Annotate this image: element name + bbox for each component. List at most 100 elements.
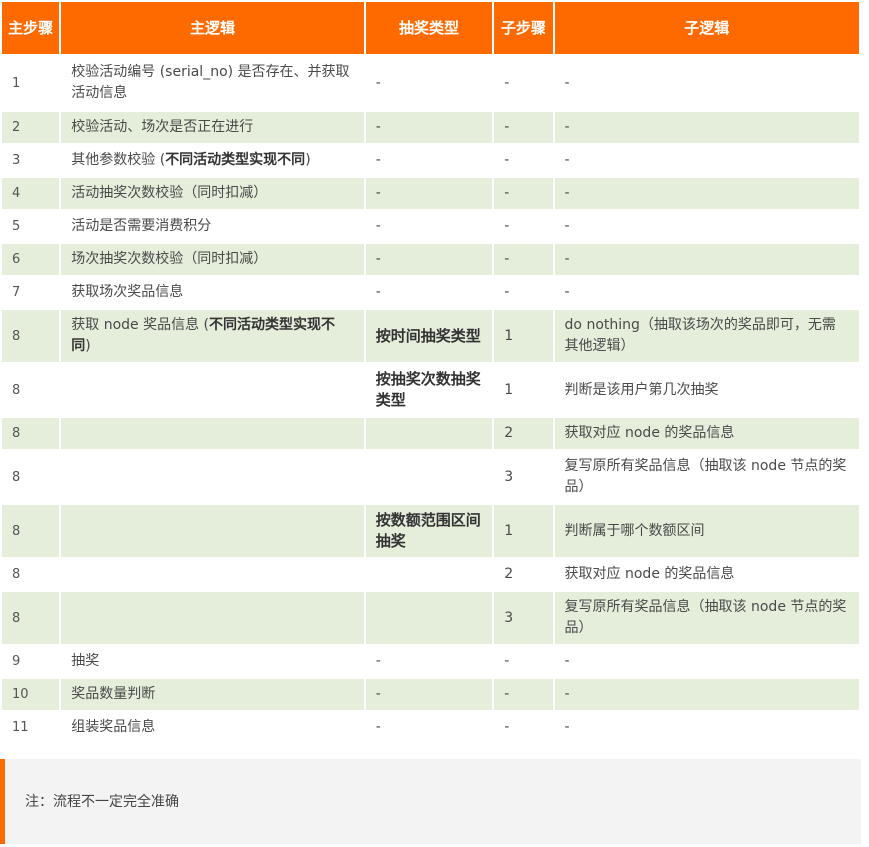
logic-cell: 组装奖品信息 xyxy=(71,719,156,735)
header-substep: 子步骤 xyxy=(494,2,553,54)
table-header-row: 主步骤 主逻辑 抽奖类型 子步骤 子逻辑 xyxy=(2,2,859,54)
step-cell: 2 xyxy=(2,112,60,143)
logic-text: 其他参数校验 ( xyxy=(71,152,166,168)
type-cell: 按抽奖次数抽奖类型 xyxy=(375,370,481,409)
table-row: 2 校验活动、场次是否正在进行 - - - xyxy=(2,112,859,143)
sublogic-cell: 复写原所有奖品信息（抽取该 node 节点的奖品） xyxy=(564,458,847,495)
logic-cell xyxy=(61,418,364,449)
type-cell: - xyxy=(375,74,381,91)
substep-cell: 3 xyxy=(504,468,514,485)
table-row: 8 获取 node 奖品信息 (不同活动类型实现不同) 按时间抽奖类型 1 do… xyxy=(2,310,859,362)
logic-cell: 奖品数量判断 xyxy=(61,679,364,710)
sublogic-cell: - xyxy=(554,112,859,143)
step-cell: 8 xyxy=(2,505,60,557)
type-cell xyxy=(365,592,493,644)
step-cell: 8 xyxy=(2,418,60,449)
logic-cell: 活动是否需要消费积分 xyxy=(71,218,212,234)
logic-cell: 获取 node 奖品信息 (不同活动类型实现不同) xyxy=(61,310,364,362)
type-cell: - xyxy=(375,218,381,234)
table-row: 11 组装奖品信息 - - - xyxy=(2,712,859,743)
logic-text: ) xyxy=(85,338,91,354)
step-cell: 8 xyxy=(12,382,21,398)
logic-text: ) xyxy=(305,152,311,168)
type-cell xyxy=(366,559,493,590)
substep-cell: - xyxy=(494,178,553,209)
sublogic-cell: - xyxy=(564,719,570,735)
logic-emphasis: 不同活动类型实现不同 xyxy=(165,152,306,168)
substep-cell: 3 xyxy=(494,592,553,644)
sublogic-cell: - xyxy=(564,284,570,300)
table-row: 8 2 获取对应 node 的奖品信息 xyxy=(2,418,859,449)
sublogic-cell: 获取对应 node 的奖品信息 xyxy=(554,418,859,449)
sublogic-cell: - xyxy=(564,653,570,669)
header-step: 主步骤 xyxy=(2,2,60,54)
type-cell: - xyxy=(375,284,381,300)
sublogic-cell: 判断属于哪个数额区间 xyxy=(554,505,859,557)
substep-cell: - xyxy=(504,218,510,234)
step-cell: 7 xyxy=(12,285,21,300)
header-sublogic: 子逻辑 xyxy=(554,2,859,54)
logic-cell: 校验活动、场次是否正在进行 xyxy=(61,112,364,143)
type-cell: - xyxy=(375,719,381,735)
substep-cell: 1 xyxy=(494,505,553,557)
process-table: 主步骤 主逻辑 抽奖类型 子步骤 子逻辑 1 校验活动编号 (serial_no… xyxy=(0,0,861,745)
sublogic-cell: - xyxy=(554,679,859,710)
step-cell: 1 xyxy=(12,75,21,91)
logic-cell xyxy=(61,364,363,416)
table-row: 9 抽奖 - - - xyxy=(2,646,859,677)
step-cell: 8 xyxy=(12,567,21,582)
step-cell: 3 xyxy=(12,153,21,168)
substep-cell: 1 xyxy=(504,381,514,398)
step-cell: 4 xyxy=(2,178,60,209)
logic-cell: 抽奖 xyxy=(71,653,100,669)
substep-cell: - xyxy=(504,284,510,300)
table-row: 10 奖品数量判断 - - - xyxy=(2,679,859,710)
type-cell: - xyxy=(365,178,493,209)
substep-cell: 2 xyxy=(494,418,553,449)
logic-cell: 其他参数校验 (不同活动类型实现不同) xyxy=(61,145,363,176)
step-cell: 10 xyxy=(2,679,60,710)
sublogic-cell: 判断是该用户第几次抽奖 xyxy=(564,381,719,398)
header-lottery-type: 抽奖类型 xyxy=(365,2,493,54)
type-cell: - xyxy=(365,244,493,275)
table-row: 5 活动是否需要消费积分 - - - xyxy=(2,211,859,242)
table-row: 8 按抽奖次数抽奖类型 1 判断是该用户第几次抽奖 xyxy=(2,364,859,416)
step-cell: 11 xyxy=(12,720,29,735)
sublogic-cell: - xyxy=(554,244,859,275)
substep-cell: - xyxy=(494,679,553,710)
logic-text: 获取 node 奖品信息 ( xyxy=(71,317,210,333)
sublogic-cell: - xyxy=(564,74,570,91)
sublogic-cell: - xyxy=(554,178,859,209)
logic-cell: 获取场次奖品信息 xyxy=(71,284,184,300)
table-row: 8 按数额范围区间抽奖 1 判断属于哪个数额区间 xyxy=(2,505,859,557)
substep-cell: - xyxy=(494,112,553,143)
sublogic-cell: 获取对应 node 的奖品信息 xyxy=(564,566,735,582)
logic-cell xyxy=(61,592,364,644)
sublogic-cell: do nothing（抽取该场次的奖品即可，无需其他逻辑） xyxy=(554,310,859,362)
table-row: 3 其他参数校验 (不同活动类型实现不同) - - - xyxy=(2,145,859,176)
logic-cell xyxy=(61,451,363,503)
sublogic-cell: - xyxy=(564,152,570,168)
page: 主步骤 主逻辑 抽奖类型 子步骤 子逻辑 1 校验活动编号 (serial_no… xyxy=(0,0,869,847)
substep-cell: 1 xyxy=(494,310,553,362)
type-cell: - xyxy=(375,653,381,669)
step-cell: 5 xyxy=(12,219,21,234)
logic-cell: 活动抽奖次数校验（同时扣减） xyxy=(61,178,364,209)
table-row: 1 校验活动编号 (serial_no) 是否存在、并获取活动信息 - - - xyxy=(2,56,859,110)
substep-cell: - xyxy=(494,244,553,275)
sublogic-cell: 复写原所有奖品信息（抽取该 node 节点的奖品） xyxy=(554,592,859,644)
substep-cell: - xyxy=(504,719,510,735)
substep-cell: - xyxy=(504,653,510,669)
table-row: 6 场次抽奖次数校验（同时扣减） - - - xyxy=(2,244,859,275)
step-cell: 9 xyxy=(12,654,21,669)
type-cell xyxy=(365,418,493,449)
logic-cell: 场次抽奖次数校验（同时扣减） xyxy=(61,244,364,275)
table-row: 8 3 复写原所有奖品信息（抽取该 node 节点的奖品） xyxy=(2,451,859,503)
type-cell: - xyxy=(365,112,493,143)
type-cell: 按时间抽奖类型 xyxy=(365,310,493,362)
type-cell: - xyxy=(375,152,381,168)
type-cell: 按数额范围区间抽奖 xyxy=(365,505,493,557)
substep-cell: 2 xyxy=(504,566,514,582)
step-cell: 8 xyxy=(2,310,60,362)
table-row: 8 2 获取对应 node 的奖品信息 xyxy=(2,559,859,590)
